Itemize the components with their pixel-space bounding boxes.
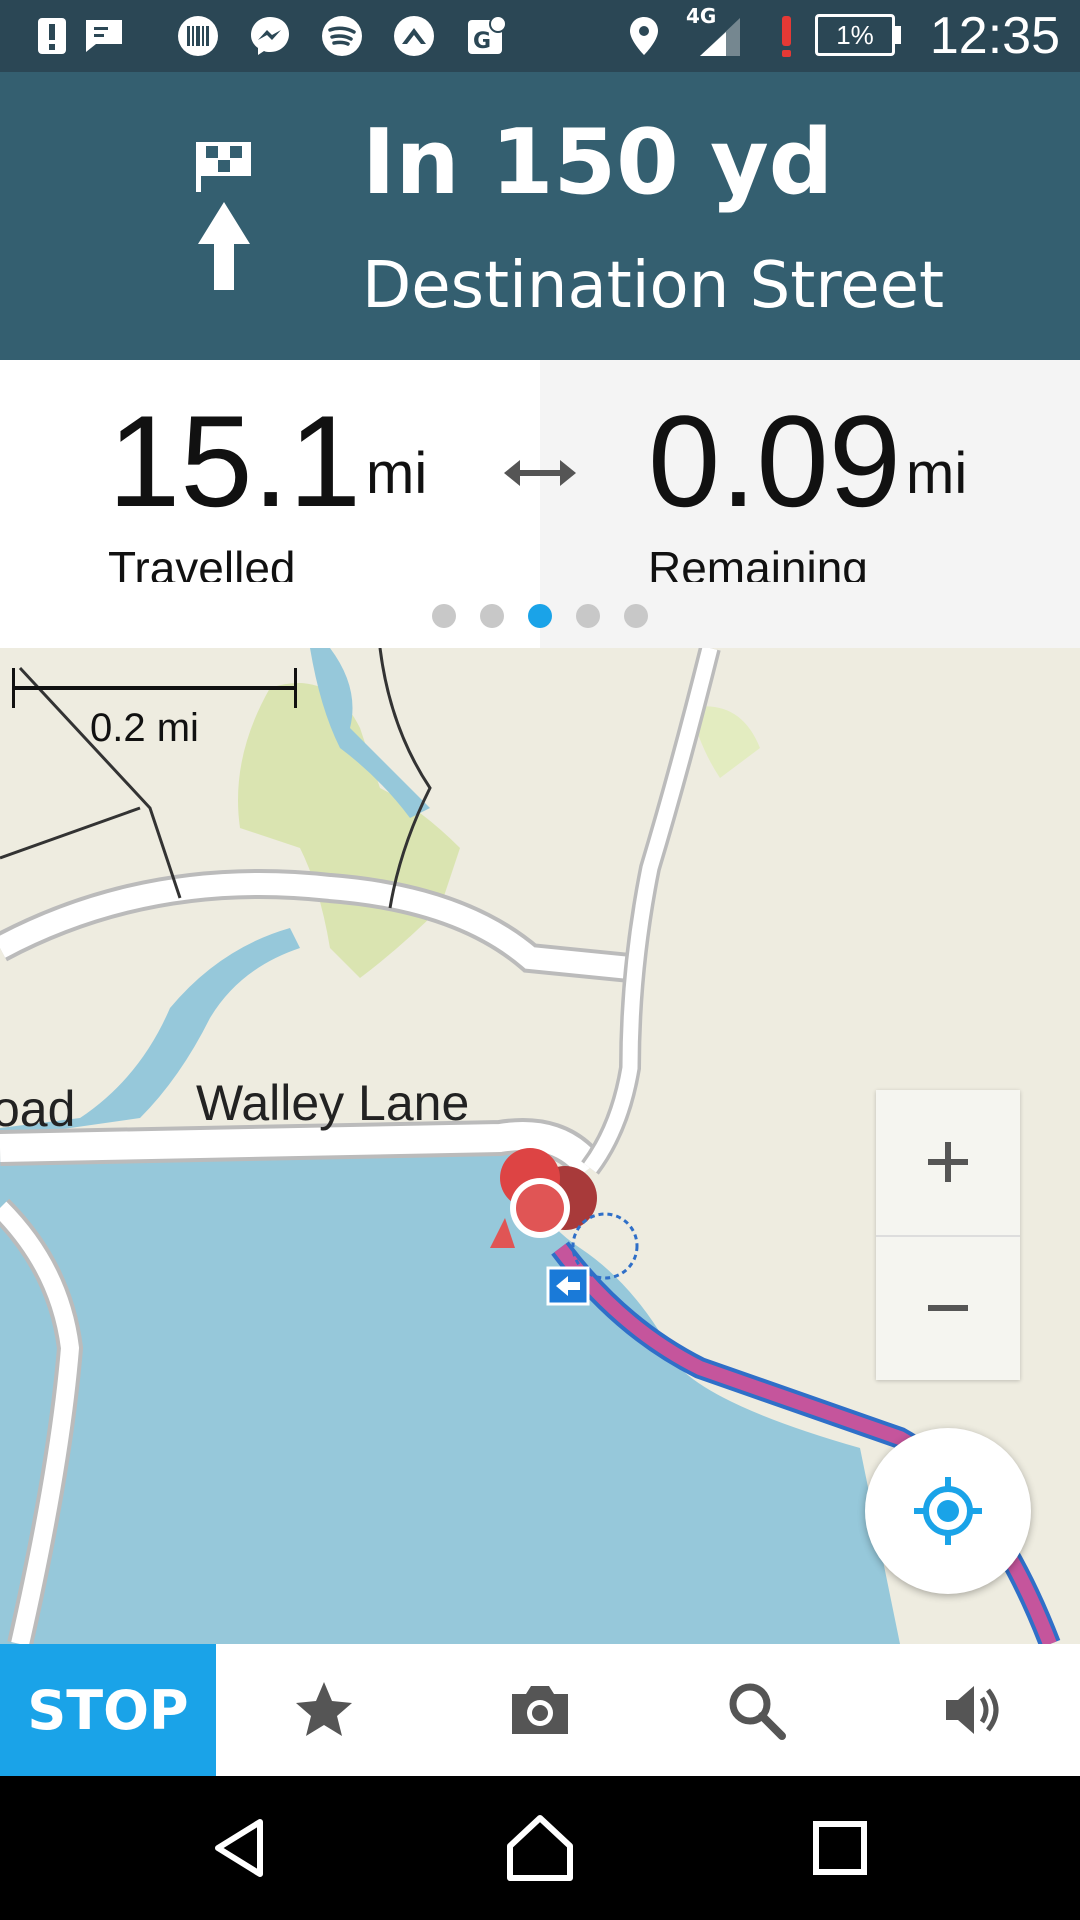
my-location-button[interactable] <box>865 1428 1031 1594</box>
page-indicator <box>430 604 650 630</box>
travelled-value: 15.1 <box>108 388 362 534</box>
recents-square-icon <box>813 1821 867 1875</box>
zoom-out-button[interactable] <box>876 1236 1020 1380</box>
clock: 12:35 <box>929 7 1060 65</box>
crosshair-location-icon <box>914 1477 982 1545</box>
travelled-label: Travelled <box>108 542 296 582</box>
page-dot-3[interactable] <box>528 604 552 628</box>
navigation-header[interactable]: In 150 yd Destination Street <box>0 72 1080 360</box>
svg-text:G: G <box>473 29 491 54</box>
camera-button[interactable] <box>432 1644 648 1776</box>
page-dot-5[interactable] <box>624 604 648 628</box>
battery-percent: 1% <box>836 20 874 50</box>
remaining-value: 0.09 <box>648 388 902 534</box>
trip-stats-panel[interactable]: 15.1 mi Travelled 0.09 mi Remaining <box>0 360 1080 648</box>
remaining-label: Remaining <box>648 542 868 582</box>
volume-icon <box>946 1686 999 1734</box>
map-scale-label: 0.2 mi <box>90 706 199 750</box>
bottom-toolbar: STOP <box>0 1644 1080 1776</box>
zoom-controls <box>876 1090 1020 1380</box>
zoom-in-button[interactable] <box>876 1090 1020 1234</box>
favorites-button[interactable] <box>216 1644 432 1776</box>
back-button[interactable] <box>170 1776 310 1920</box>
search-icon <box>729 1683 786 1740</box>
home-icon <box>507 1815 573 1881</box>
status-bar: G 4G 1% 12:35 <box>0 0 1080 72</box>
warning-icon <box>782 16 791 57</box>
maps-icon: G <box>468 15 507 54</box>
back-triangle-icon <box>215 1819 263 1877</box>
volume-button[interactable] <box>864 1644 1080 1776</box>
home-button[interactable] <box>470 1776 610 1920</box>
spotify-icon <box>322 16 362 56</box>
remaining-unit: mi <box>906 441 968 506</box>
messenger-icon <box>251 17 289 55</box>
page-dot-4[interactable] <box>576 604 600 628</box>
search-button[interactable] <box>648 1644 864 1776</box>
camera-icon <box>512 1686 568 1734</box>
star-icon <box>296 1682 352 1736</box>
barcode-app-icon <box>178 16 218 56</box>
stop-button[interactable]: STOP <box>0 1644 216 1776</box>
minus-icon <box>928 1305 968 1311</box>
map-view[interactable]: 0.2 mi oad Walley Lane <box>0 648 1080 1644</box>
swap-arrows-icon[interactable] <box>500 448 580 498</box>
travelled-unit: mi <box>366 441 428 506</box>
alert-icon <box>38 18 66 54</box>
maneuver-distance: In 150 yd <box>362 110 834 215</box>
location-icon <box>630 17 658 55</box>
app-icon <box>394 16 434 56</box>
straight-to-destination-icon <box>196 142 251 290</box>
plus-icon <box>928 1142 968 1182</box>
page-dot-2[interactable] <box>480 604 504 628</box>
signal-icon <box>700 18 740 56</box>
system-navigation-bar <box>0 1776 1080 1920</box>
battery-icon: 1% <box>815 14 895 56</box>
road-label: Walley Lane <box>196 1075 470 1131</box>
message-icon <box>86 20 122 52</box>
battery-cap <box>895 26 901 44</box>
road-label-partial: oad <box>0 1081 76 1137</box>
page-dot-1[interactable] <box>432 604 456 628</box>
recents-button[interactable] <box>770 1776 910 1920</box>
street-name: Destination Street <box>362 249 945 323</box>
